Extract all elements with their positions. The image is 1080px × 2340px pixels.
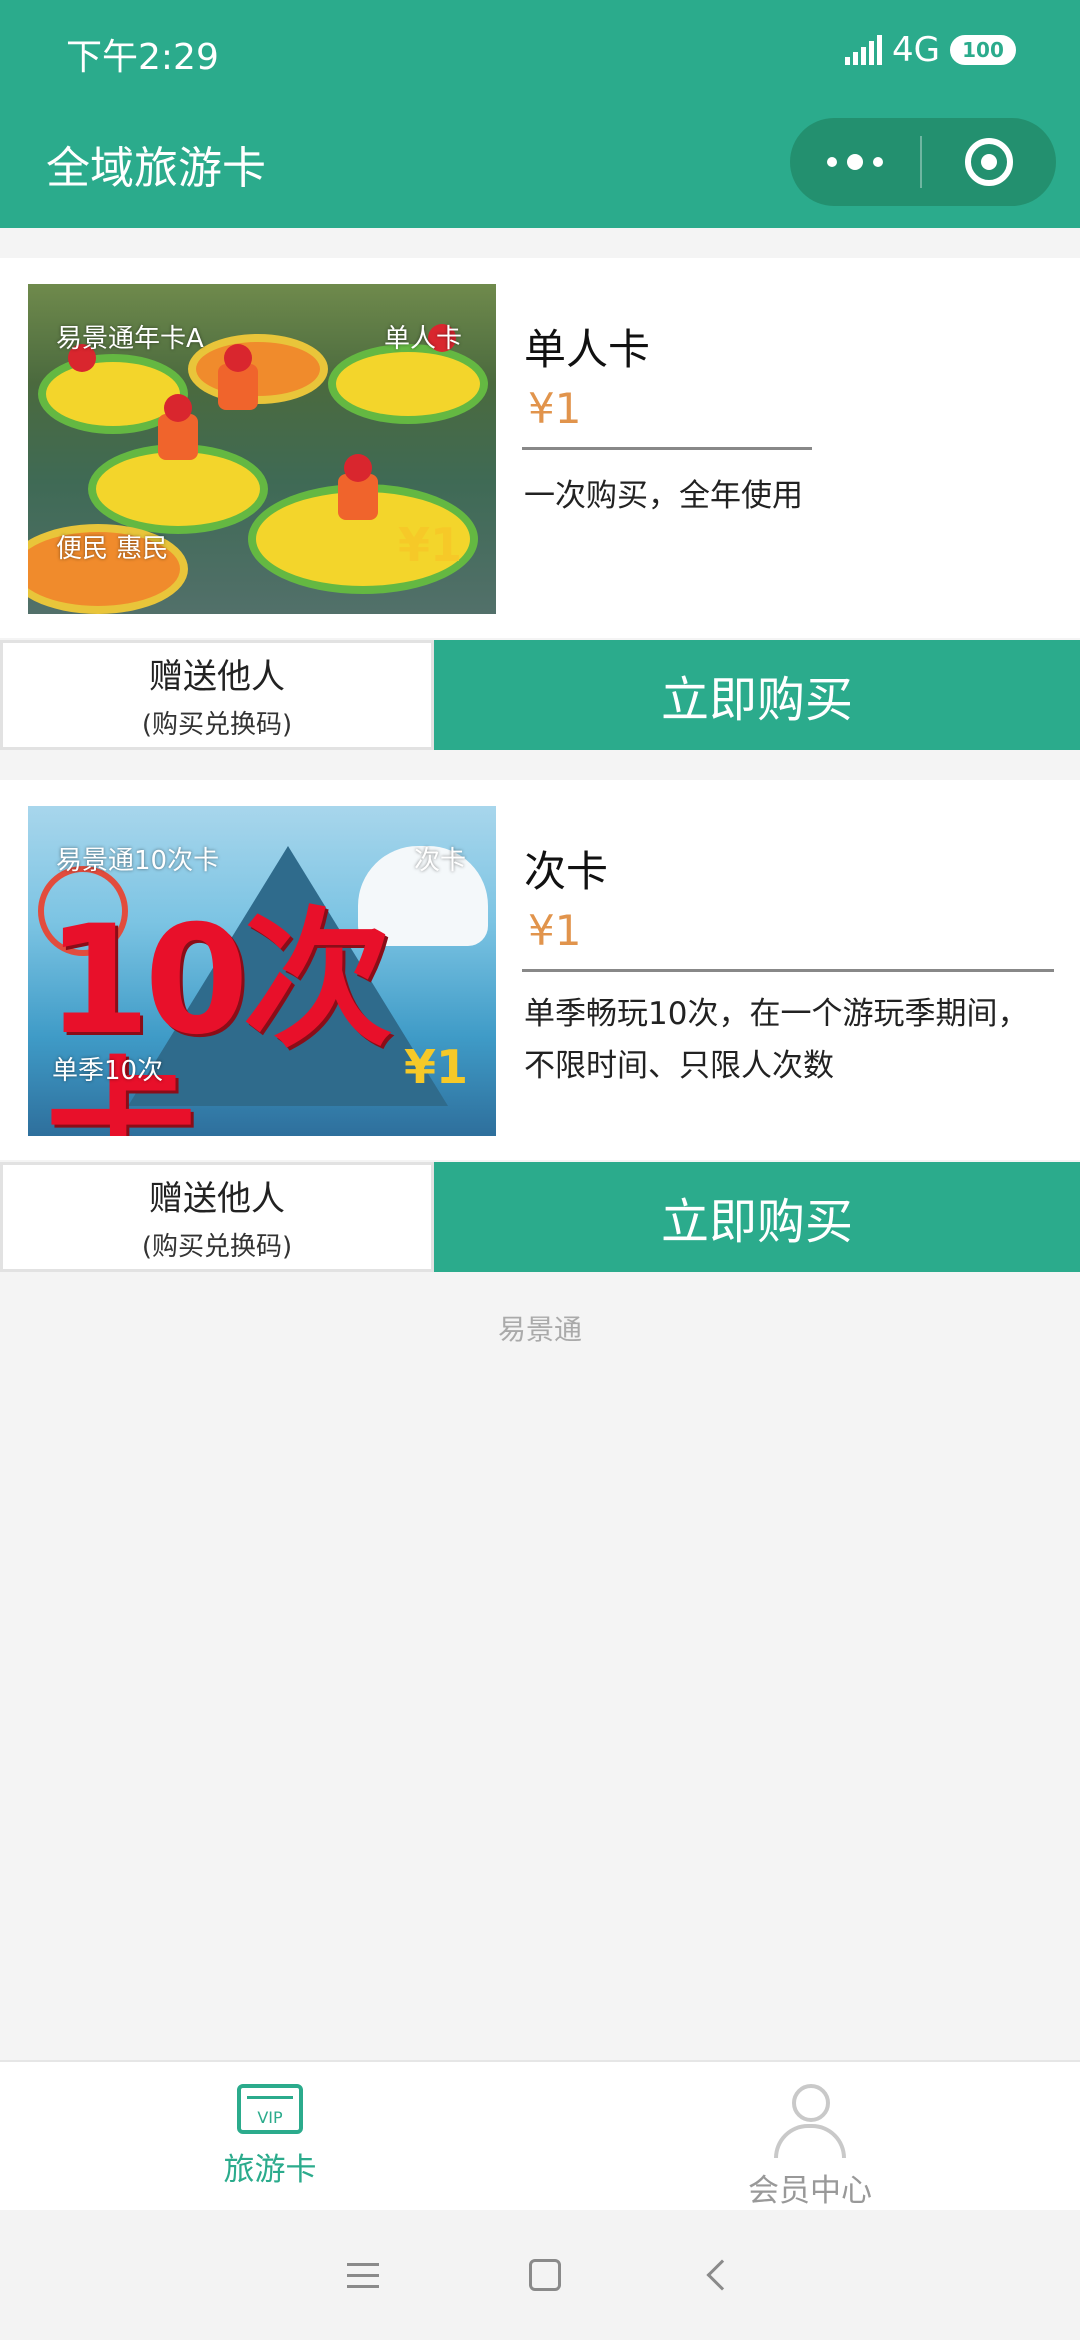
card-description: 单季畅玩10次，在一个游玩季期间，不限时间、只限人次数 xyxy=(524,996,1029,1084)
user-icon xyxy=(770,2084,850,2158)
card-description: 一次购买，全年使用 xyxy=(524,478,803,514)
card-ten-times[interactable]: 易景通10次卡 次卡 10次卡 单季10次 ¥1 次卡 ¥1 单季畅玩10次，在… xyxy=(0,780,1080,1160)
rafting-card-image[interactable]: 易景通年卡A 单人卡 便民 惠民 ¥1 xyxy=(28,284,496,614)
battery-icon: 100 xyxy=(950,35,1016,65)
card-price: ¥1 xyxy=(528,384,582,433)
gift-button-sublabel: (购买兑换码) xyxy=(141,710,293,740)
tab-label: 旅游卡 xyxy=(223,2152,317,2188)
gift-button[interactable]: 赠送他人 (购买兑换码) xyxy=(0,1162,434,1272)
menu-icon[interactable] xyxy=(347,2262,379,2288)
tab-label: 会员中心 xyxy=(748,2173,872,2209)
image-caption: 次卡 xyxy=(414,846,467,876)
buy-now-button[interactable]: 立即购买 xyxy=(434,640,1080,750)
card-price: ¥1 xyxy=(528,906,582,955)
back-icon[interactable] xyxy=(706,2259,738,2291)
top-bar: 下午2:29 4G 100 全域旅游卡 xyxy=(0,0,1080,228)
image-caption: 单季10次 xyxy=(52,1056,164,1086)
gift-button-label: 赠送他人 xyxy=(149,657,285,697)
battery-level: 100 xyxy=(962,38,1004,62)
mini-program-capsule xyxy=(790,118,1056,206)
vip-card-icon: VIP xyxy=(237,2084,303,2134)
image-caption: 便民 惠民 xyxy=(56,534,169,564)
buy-now-button[interactable]: 立即购买 xyxy=(434,1162,1080,1272)
card-title: 单人卡 xyxy=(524,325,651,374)
close-mini-program-icon[interactable] xyxy=(922,138,1056,186)
tab-member-center[interactable]: 会员中心 xyxy=(540,2062,1080,2210)
card-actions: 赠送他人 (购买兑换码) 立即购买 xyxy=(0,640,1080,750)
system-nav-bar xyxy=(0,2210,1080,2340)
image-price: ¥1 xyxy=(398,518,463,572)
price-divider xyxy=(522,447,812,450)
card-title: 次卡 xyxy=(524,847,609,896)
image-headline: 10次卡 xyxy=(46,894,393,1136)
bottom-tab-bar: VIP 旅游卡 会员中心 xyxy=(0,2060,1080,2210)
card-single[interactable]: 易景通年卡A 单人卡 便民 惠民 ¥1 单人卡 ¥1 一次购买，全年使用 xyxy=(0,258,1080,638)
home-icon[interactable] xyxy=(529,2259,561,2291)
vip-icon-text: VIP xyxy=(257,2108,283,2127)
network-type: 4G xyxy=(892,30,940,70)
ten-times-card-image[interactable]: 易景通10次卡 次卡 10次卡 单季10次 ¥1 xyxy=(28,806,496,1136)
gift-button-sublabel: (购买兑换码) xyxy=(141,1232,293,1262)
status-time: 下午2:29 xyxy=(66,37,219,78)
signal-icon xyxy=(845,35,883,65)
more-options-icon[interactable] xyxy=(790,154,920,170)
image-caption: 易景通10次卡 xyxy=(56,846,220,876)
card-actions: 赠送他人 (购买兑换码) 立即购买 xyxy=(0,1162,1080,1272)
footer-brand: 易景通 xyxy=(497,1313,582,1346)
image-price: ¥1 xyxy=(404,1040,469,1094)
tab-travel-card[interactable]: VIP 旅游卡 xyxy=(0,2062,540,2210)
page-title: 全域旅游卡 xyxy=(46,143,266,194)
gift-button[interactable]: 赠送他人 (购买兑换码) xyxy=(0,640,434,750)
price-divider xyxy=(522,969,1054,972)
image-caption: 易景通年卡A xyxy=(56,324,204,354)
gift-button-label: 赠送他人 xyxy=(149,1179,285,1219)
status-indicators: 4G 100 xyxy=(845,30,1016,70)
image-caption: 单人卡 xyxy=(384,324,463,354)
